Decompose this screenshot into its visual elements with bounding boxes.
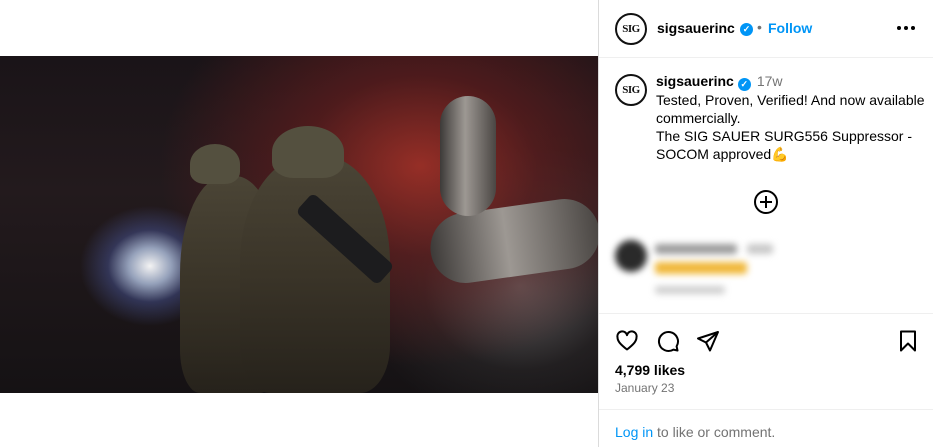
- blurred-timestamp: [747, 244, 773, 254]
- header-username[interactable]: sigsauerinc: [657, 20, 735, 36]
- blurred-comment: [615, 236, 835, 306]
- separator-dot: •: [757, 19, 762, 35]
- follow-button[interactable]: Follow: [768, 20, 812, 36]
- login-prompt-text: Log in to like or comment.: [615, 424, 775, 440]
- like-count[interactable]: 4,799 likes: [615, 362, 685, 378]
- post-photo[interactable]: [0, 56, 598, 393]
- post-side-panel: SIG sigsauerinc ✓ • Follow SIG sigsaueri…: [598, 0, 933, 447]
- caption-avatar[interactable]: SIG: [615, 74, 647, 106]
- share-icon[interactable]: [696, 329, 720, 353]
- caption-section: SIG sigsauerinc ✓ 17w Tested, Proven, Veri…: [599, 58, 933, 313]
- heart-icon[interactable]: [615, 329, 639, 353]
- photo-pipe: [440, 96, 496, 216]
- more-options-icon[interactable]: [897, 26, 915, 30]
- photo-helmet: [190, 144, 240, 184]
- blurred-comment-meta: [655, 286, 725, 294]
- verified-badge-icon: ✓: [737, 78, 751, 91]
- post-actions: 4,799 likes January 23 Log in to like or…: [599, 313, 933, 447]
- verified-badge-icon: ✓: [740, 23, 753, 36]
- bookmark-icon[interactable]: [896, 329, 920, 353]
- login-suffix: to like or comment.: [653, 424, 776, 440]
- caption-username[interactable]: sigsauerinc: [656, 73, 734, 89]
- caption-user-row: sigsauerinc ✓ 17w: [656, 73, 783, 91]
- caption-text: Tested, Proven, Verified! And now availa…: [656, 92, 925, 162]
- photo-helmet: [272, 126, 344, 178]
- login-prompt: Log in to like or comment.: [599, 409, 933, 447]
- instagram-post-view: SIG sigsauerinc ✓ • Follow SIG sigsaueri…: [0, 0, 933, 447]
- post-header: SIG sigsauerinc ✓ • Follow: [599, 0, 933, 58]
- caption-timestamp[interactable]: 17w: [757, 73, 783, 89]
- media-pane: [0, 0, 598, 447]
- blurred-comment-text: [655, 262, 747, 274]
- login-link[interactable]: Log in: [615, 424, 653, 440]
- blurred-username: [655, 244, 737, 254]
- add-circle-icon[interactable]: [754, 190, 778, 214]
- post-date[interactable]: January 23: [615, 381, 674, 395]
- blurred-avatar: [615, 240, 647, 272]
- avatar[interactable]: SIG: [615, 13, 647, 45]
- comment-icon[interactable]: [656, 329, 680, 353]
